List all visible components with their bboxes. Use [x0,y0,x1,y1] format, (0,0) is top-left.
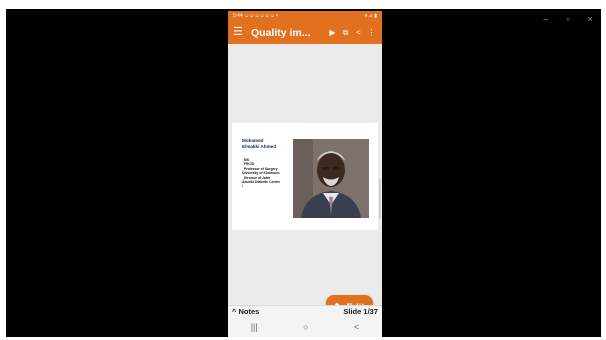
share-icon[interactable]: < [352,21,365,44]
minimize-icon[interactable]: – [541,13,551,25]
phone-screen: 5:44 ☺☺☺☺☺☺ • ▾ ⊿ ▮ ☰ Quality im... ▶ ⧉ … [228,11,382,337]
home-icon[interactable]: ○ [303,322,308,332]
app-bar: ☰ Quality im... ▶ ⧉ < ⋮ [228,21,382,44]
cast-icon[interactable]: ⧉ [339,21,352,44]
close-icon[interactable]: × [585,13,595,25]
play-icon[interactable]: ▶ [326,21,339,44]
restore-icon[interactable]: ▫ [563,13,573,25]
document-title[interactable]: Quality im... [251,27,326,39]
slide-scrollbar[interactable] [379,179,381,219]
back-icon[interactable]: < [354,322,359,332]
window-controls: – ▫ × [541,13,595,25]
slide[interactable]: Mohamed Elmakki Ahmed _MS _FRCSI _Profes… [232,123,381,230]
more-icon[interactable]: ⋮ [365,21,378,44]
android-nav-bar: ||| ○ < [228,316,382,337]
speaker-photo [293,139,369,218]
slide-counter: Slide 1/37 [343,306,378,316]
notes-toggle[interactable]: ^ Notes [232,307,259,316]
status-right: ▾ ⊿ ▮ [364,13,377,19]
notes-bar[interactable]: ^ Notes Slide 1/37 [228,305,382,316]
status-left: 5:44 ☺☺☺☺☺☺ • [233,13,278,19]
menu-icon[interactable]: ☰ [233,21,247,44]
status-bar: 5:44 ☺☺☺☺☺☺ • ▾ ⊿ ▮ [228,11,382,21]
slide-canvas: Mohamed Elmakki Ahmed _MS _FRCSI _Profes… [228,44,382,320]
recents-icon[interactable]: ||| [251,322,258,332]
